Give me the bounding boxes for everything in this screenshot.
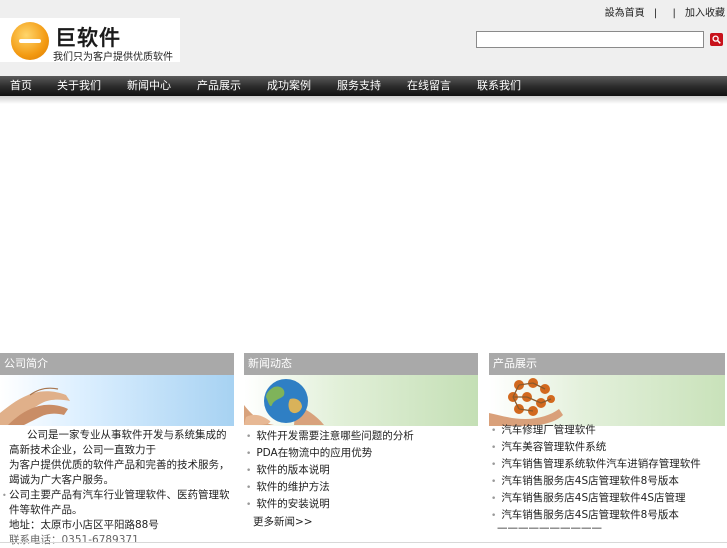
about-line: • 公司主要产品有汽车行业管理软件、医药管理软件等软件产品。 bbox=[2, 489, 230, 516]
about-banner-image bbox=[0, 375, 234, 426]
news-panel-title: 新闻动态 bbox=[244, 353, 478, 375]
bullet-icon: • bbox=[491, 494, 497, 504]
logo-slogan: 我们只为客户提供优质软件 bbox=[53, 52, 173, 63]
about-phone: 联系电话：0351-6789371 bbox=[9, 534, 139, 546]
nav-shadow bbox=[0, 96, 727, 104]
nav-products[interactable]: 产品展示 bbox=[184, 76, 254, 96]
main-nav: 首页 关于我们 新闻中心 产品展示 成功案例 服务支持 在线留言 联系我们 bbox=[0, 76, 727, 96]
nav-support[interactable]: 服务支持 bbox=[324, 76, 394, 96]
molecule-icon bbox=[489, 378, 563, 426]
search-icon bbox=[712, 35, 721, 44]
separator: | bbox=[672, 8, 676, 19]
products-banner-image bbox=[489, 375, 725, 426]
about-line: 地址：太原市小店区平阳路88号 bbox=[9, 519, 159, 531]
bullet-icon: • bbox=[491, 426, 497, 436]
product-item[interactable]: • 汽车销售服务店4S店管理软件8号版本 bbox=[491, 507, 679, 522]
bullet-icon: • bbox=[491, 460, 497, 470]
news-item[interactable]: • 软件的维护方法 bbox=[246, 479, 330, 494]
bullet-icon: • bbox=[246, 483, 252, 493]
logo-icon bbox=[11, 22, 49, 60]
header: 巨软件 我们只为客户提供优质软件 設為首頁 | | 加入收藏 bbox=[0, 0, 727, 76]
nav-home[interactable]: 首页 bbox=[0, 76, 42, 96]
news-item[interactable]: • PDA在物流中的应用优势 bbox=[246, 445, 372, 460]
news-item[interactable]: • 软件的版本说明 bbox=[246, 462, 330, 477]
separator: | bbox=[653, 8, 658, 19]
news-item[interactable]: • 软件开发需要注意哪些问题的分析 bbox=[246, 428, 414, 443]
add-favorite-link[interactable]: 加入收藏 bbox=[685, 4, 725, 19]
bullet-icon: • bbox=[2, 491, 7, 500]
bullet-icon: • bbox=[491, 511, 497, 521]
nav-about[interactable]: 关于我们 bbox=[42, 76, 114, 96]
top-links: 設為首頁 | | 加入收藏 bbox=[605, 4, 725, 19]
bullet-icon: • bbox=[246, 466, 252, 476]
product-item[interactable]: • 汽车销售服务店4S店管理软件8号版本 bbox=[491, 473, 679, 488]
about-line: 为客户提供优质的软件产品和完善的技术服务，竭诚为广大客户服务。 bbox=[9, 459, 230, 486]
about-line: 公司是一家专业从事软件开发与系统集成的高新技术企业，公司一直致力于 bbox=[9, 429, 227, 456]
globe-icon bbox=[244, 379, 324, 425]
more-news-link[interactable]: 更多新闻>> bbox=[253, 514, 313, 529]
logo[interactable]: 巨软件 我们只为客户提供优质软件 bbox=[0, 18, 180, 63]
about-text: 公司是一家专业从事软件开发与系统集成的高新技术企业，公司一直致力于 为客户提供优… bbox=[0, 428, 236, 548]
product-item[interactable]: • 汽车销售管理系统软件汽车进销存管理软件 bbox=[491, 456, 701, 471]
products-list: • 汽车修理厂管理软件 • 汽车美容管理软件系统 • 汽车销售管理系统软件汽车进销存管… bbox=[491, 422, 725, 534]
footer-divider bbox=[0, 542, 727, 543]
product-item[interactable]: • 汽车美容管理软件系统 bbox=[491, 439, 606, 454]
nav-cases[interactable]: 成功案例 bbox=[254, 76, 324, 96]
bullet-icon: • bbox=[491, 477, 497, 487]
news-item[interactable]: • 软件的安装说明 bbox=[246, 496, 330, 511]
news-banner-image bbox=[244, 375, 478, 426]
bullet-icon: • bbox=[246, 432, 252, 442]
nav-news[interactable]: 新闻中心 bbox=[114, 76, 184, 96]
product-item[interactable]: —————————— bbox=[497, 522, 602, 534]
products-panel-title: 产品展示 bbox=[489, 353, 725, 375]
product-item[interactable]: • 汽车修理厂管理软件 bbox=[491, 422, 596, 437]
handshake-icon bbox=[0, 387, 70, 425]
search-button[interactable] bbox=[710, 33, 723, 46]
nav-contact[interactable]: 联系我们 bbox=[464, 76, 534, 96]
set-homepage-link[interactable]: 設為首頁 bbox=[605, 4, 645, 19]
bullet-icon: • bbox=[491, 443, 497, 453]
bullet-icon: • bbox=[246, 449, 252, 459]
about-panel-title: 公司简介 bbox=[0, 353, 234, 375]
nav-message[interactable]: 在线留言 bbox=[394, 76, 464, 96]
search-input[interactable] bbox=[476, 31, 704, 48]
product-item[interactable]: • 汽车销售服务店4S店管理软件4S店管理 bbox=[491, 490, 686, 505]
bullet-icon: • bbox=[246, 500, 252, 510]
